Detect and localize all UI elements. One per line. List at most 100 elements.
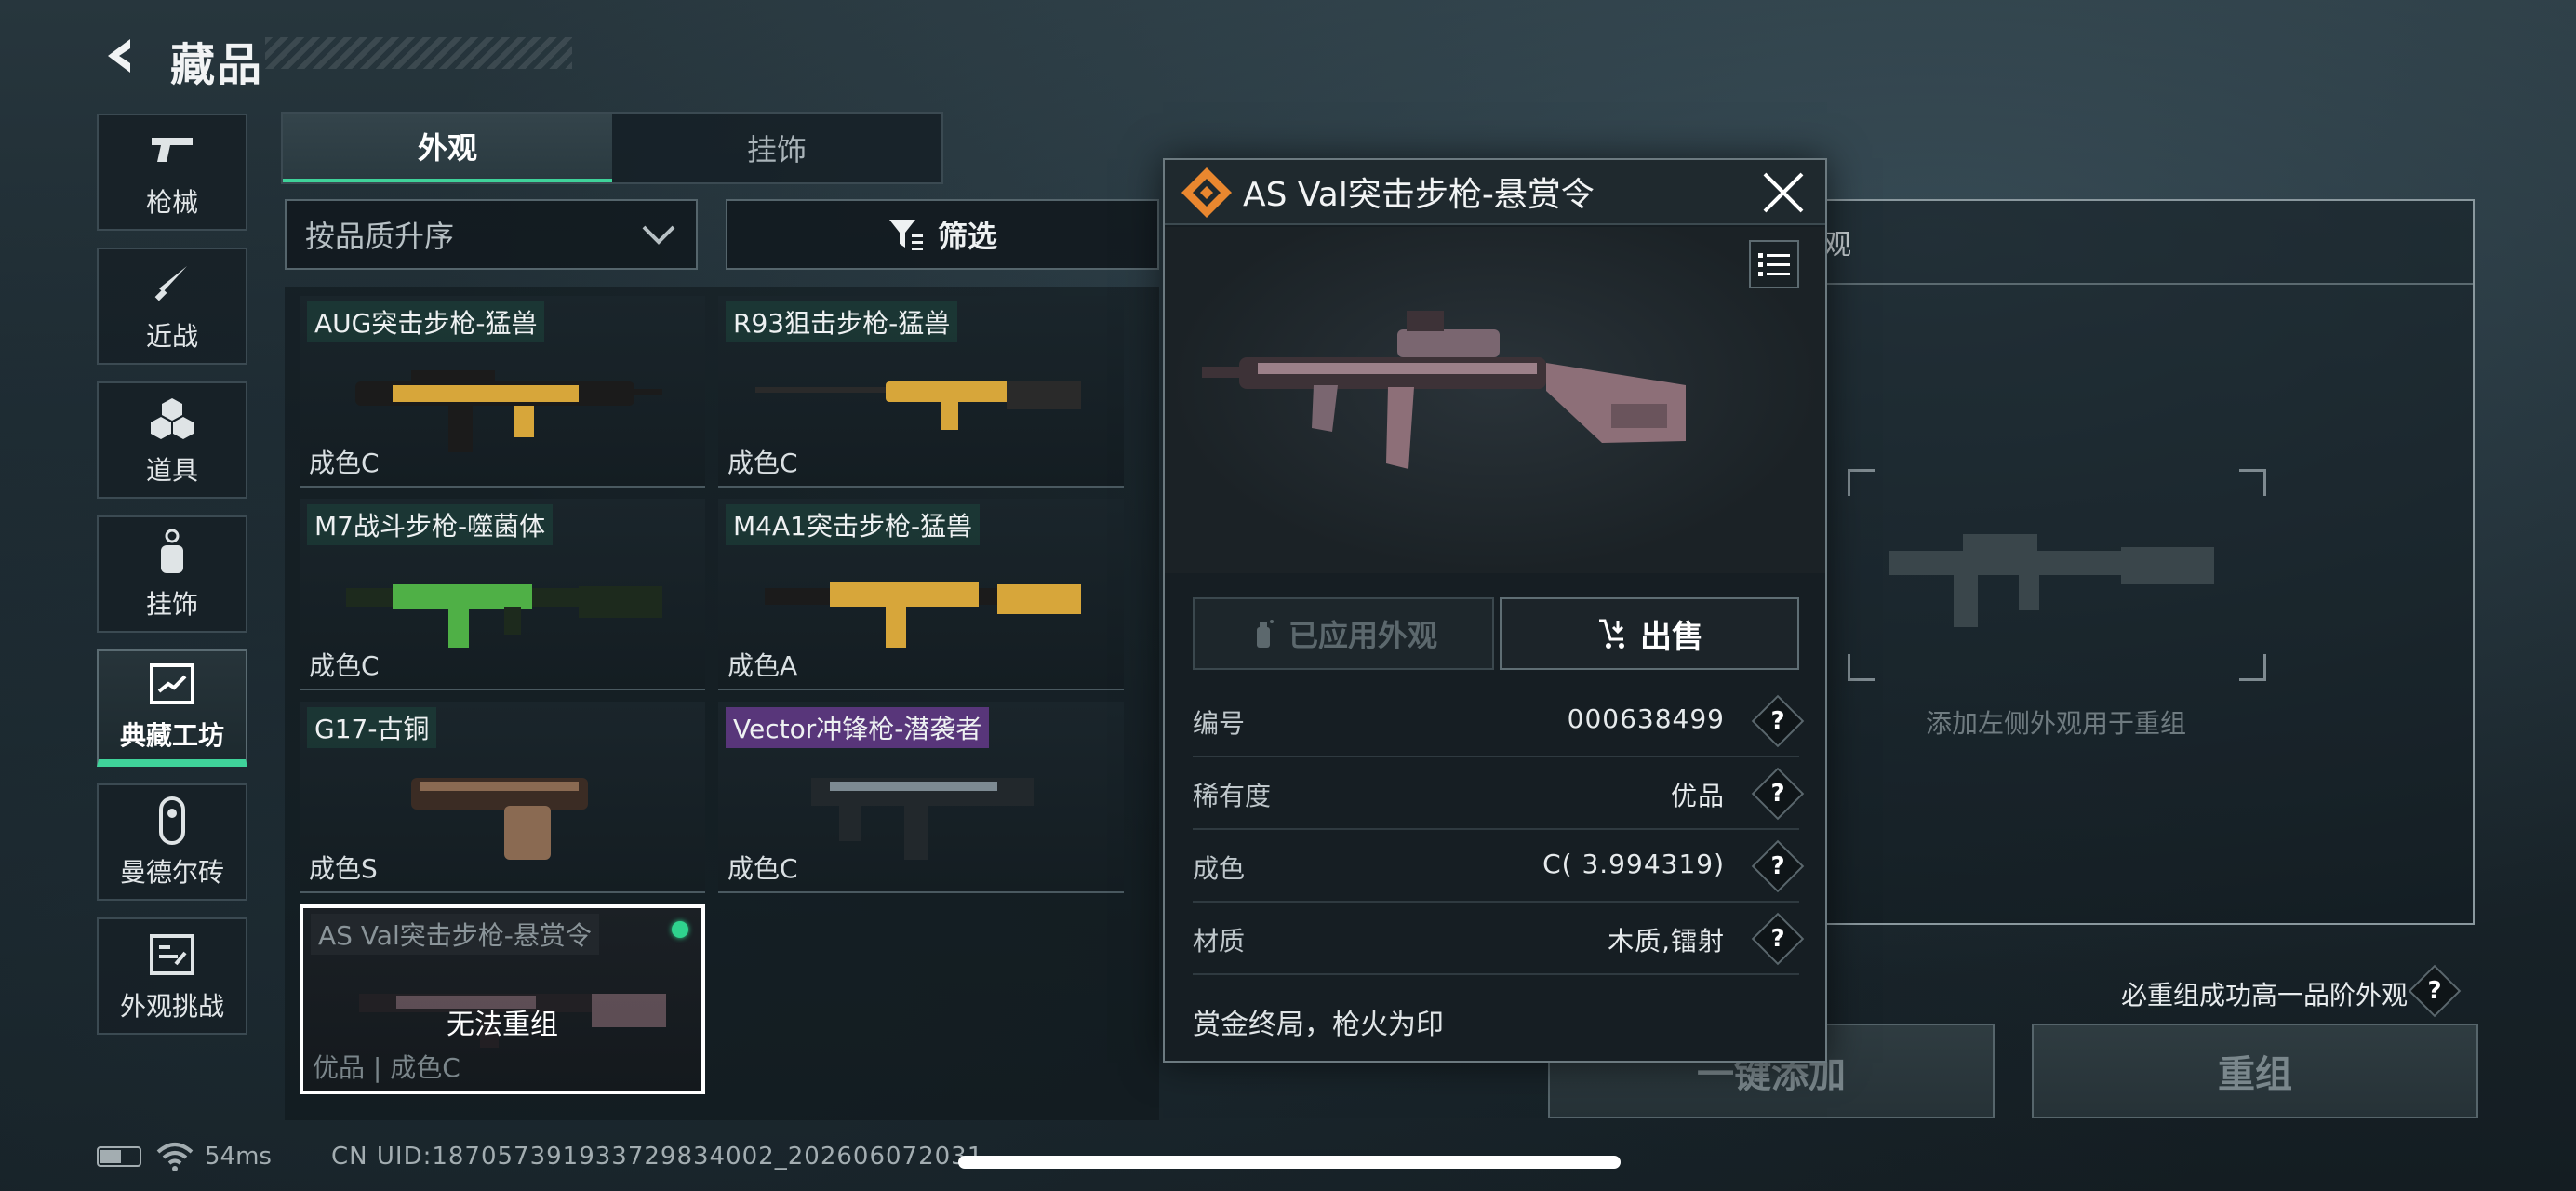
category-label: 曼德尔砖 <box>119 857 224 888</box>
help-icon[interactable]: ? <box>1751 839 1805 893</box>
knife-icon <box>146 259 198 311</box>
recombine-slot[interactable] <box>1848 469 2266 681</box>
charm-icon <box>146 527 198 579</box>
gun-icon <box>146 125 198 177</box>
slot-corner <box>2239 469 2266 496</box>
skin-grade: 成色C <box>727 448 798 478</box>
title-decoration <box>265 37 572 69</box>
back-button[interactable] <box>93 30 149 82</box>
skin-card[interactable]: R93狙击步枪-猛兽 成色C <box>718 296 1124 488</box>
props-icon <box>146 393 198 445</box>
equipped-dot <box>672 921 688 938</box>
skin-grade: 优品 | 成色C <box>313 1052 460 1083</box>
weapon-image <box>811 778 1034 860</box>
close-icon <box>1763 172 1804 213</box>
sort-select[interactable]: 按品质升序 <box>285 199 698 270</box>
cannot-recombine-label: 无法重组 <box>447 1009 558 1041</box>
help-icon[interactable]: ? <box>2408 964 2462 1018</box>
rarity-logo-icon <box>1180 166 1234 223</box>
skin-card[interactable]: AUG突击步枪-猛兽 成色C <box>300 296 705 488</box>
category-label: 挂饰 <box>145 589 198 620</box>
weapon-image <box>755 381 1081 430</box>
category-challenge[interactable]: 外观挑战 <box>97 917 247 1035</box>
attribute-value: 000638499 <box>1567 703 1725 734</box>
ping-value: 54ms <box>205 1143 272 1171</box>
skin-card[interactable]: G17-古铜 成色S <box>300 702 705 893</box>
filter-icon <box>888 220 923 250</box>
sell-icon <box>1599 619 1624 649</box>
skin-description: 赏金终局，枪火为印 <box>1193 1009 1444 1041</box>
weapon-image <box>1202 311 1686 469</box>
list-icon <box>1758 253 1790 276</box>
chevron-down-icon <box>642 225 675 245</box>
attribute-value: 木质,镭射 <box>1608 926 1725 957</box>
help-icon[interactable]: ? <box>1751 694 1805 748</box>
tab-bar: 外观 挂饰 <box>281 112 943 184</box>
home-indicator[interactable] <box>958 1156 1621 1169</box>
attribute-value: C( 3.994319) <box>1542 849 1725 879</box>
skin-grade: 成色A <box>727 650 798 681</box>
skin-card[interactable]: Vector冲锋枪-潜袭者 成色C <box>718 702 1124 893</box>
skin-name: Vector冲锋枪-潜袭者 <box>726 707 990 748</box>
weapon-image <box>411 778 588 860</box>
recombine-button[interactable]: 重组 <box>2032 1024 2478 1118</box>
higher-tier-label: 必重组成功高一品阶外观 <box>2121 980 2409 1010</box>
weapon-preview <box>1165 227 1825 573</box>
wifi-icon <box>156 1141 194 1176</box>
skin-name: M4A1突击步枪-猛兽 <box>726 504 981 545</box>
category-props[interactable]: 道具 <box>97 381 247 499</box>
skin-grade: 成色S <box>309 853 378 884</box>
page-title: 藏品 <box>170 39 264 91</box>
attribute-row-material: 材质 木质,镭射 ? <box>1193 903 1805 975</box>
category-label: 典藏工坊 <box>119 720 224 751</box>
sell-button[interactable]: 出售 <box>1500 597 1799 670</box>
filter-button[interactable]: 筛选 <box>726 199 1159 270</box>
attribute-label: 材质 <box>1193 926 1246 957</box>
attribute-row-rarity: 稀有度 优品 ? <box>1193 757 1805 830</box>
category-melee[interactable]: 近战 <box>97 248 247 365</box>
back-arrow-icon <box>108 39 130 73</box>
placeholder-rifle-icon <box>1889 534 2214 627</box>
workshop-icon <box>146 658 198 710</box>
category-workshop[interactable]: 典藏工坊 <box>97 649 247 767</box>
applied-label: 已应用外观 <box>1288 618 1437 653</box>
help-icon[interactable]: ? <box>1751 912 1805 966</box>
close-button[interactable] <box>1755 166 1812 220</box>
category-label: 枪械 <box>145 187 198 218</box>
applied-appearance-button: 已应用外观 <box>1193 597 1494 670</box>
category-guns[interactable]: 枪械 <box>97 114 247 231</box>
skin-grade: 成色C <box>309 448 380 478</box>
attribute-label: 稀有度 <box>1193 781 1272 811</box>
sort-value: 按品质升序 <box>305 219 455 254</box>
spray-icon <box>1256 620 1274 648</box>
attribute-row-serial: 编号 000638499 ? <box>1193 685 1805 757</box>
battery-level <box>100 1150 121 1163</box>
popup-title: AS Val突击步枪-悬赏令 <box>1243 176 1595 214</box>
brick-icon <box>146 795 198 847</box>
weapon-image <box>765 582 1081 648</box>
skin-card-selected[interactable]: AS Val突击步枪-悬赏令 无法重组 优品 | 成色C <box>300 904 705 1094</box>
weapon-image <box>346 584 662 648</box>
skin-grade: 成色C <box>309 650 380 681</box>
tab-appearance[interactable]: 外观 <box>283 114 612 182</box>
skin-name: G17-古铜 <box>307 707 437 748</box>
skin-card[interactable]: M4A1突击步枪-猛兽 成色A <box>718 499 1124 690</box>
category-label: 外观挑战 <box>119 991 224 1022</box>
skin-card[interactable]: M7战斗步枪-噬菌体 成色C <box>300 499 705 690</box>
skin-name: M7战斗步枪-噬菌体 <box>307 504 554 545</box>
attribute-label: 编号 <box>1193 708 1246 739</box>
tab-charms[interactable]: 挂饰 <box>612 114 941 182</box>
attribute-row-wear: 成色 C( 3.994319) ? <box>1193 830 1805 903</box>
list-toggle-button[interactable] <box>1749 240 1799 288</box>
sell-label: 出售 <box>1640 618 1703 656</box>
user-uid: CN UID:18705739193372983​4002_2026060720… <box>331 1143 984 1171</box>
category-charms[interactable]: 挂饰 <box>97 515 247 633</box>
help-icon[interactable]: ? <box>1751 767 1805 821</box>
category-mandel-brick[interactable]: 曼德尔砖 <box>97 783 247 901</box>
slot-corner <box>1848 654 1875 681</box>
recombine-title: 观 <box>1823 229 1851 261</box>
weapon-image <box>355 370 662 452</box>
challenge-icon <box>146 929 198 981</box>
skin-name: AUG突击步枪-猛兽 <box>307 301 545 342</box>
skin-grade: 成色C <box>727 853 798 884</box>
